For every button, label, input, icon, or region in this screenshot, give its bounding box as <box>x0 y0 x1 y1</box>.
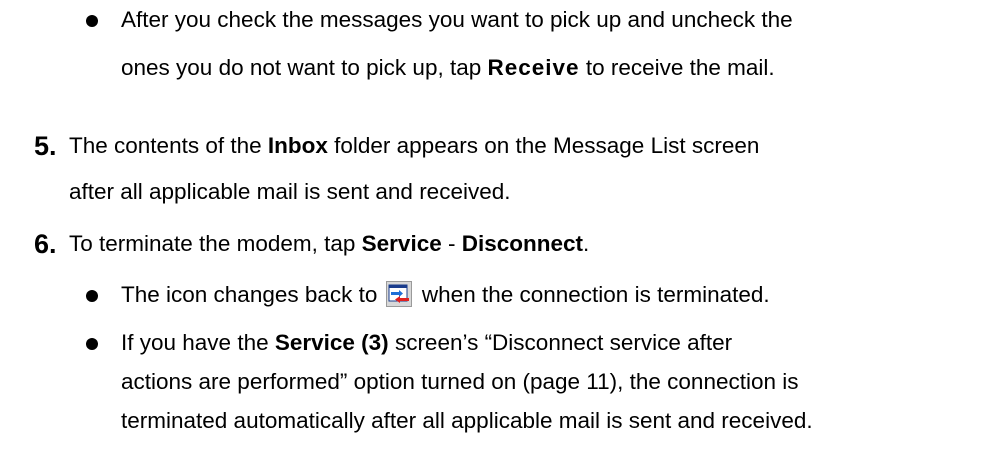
manual-page: After you check the messages you want to… <box>0 0 1000 452</box>
step-5-number: 5. <box>34 131 57 161</box>
bullet-dot <box>86 290 98 302</box>
step-6-line-1: To terminate the modem, tap Service - Di… <box>69 231 590 256</box>
step-6-number: 6. <box>34 229 57 259</box>
service-term: Service <box>361 231 442 256</box>
service-3-term: Service (3) <box>274 330 389 355</box>
bullet-service-line-3: terminated automatically after all appli… <box>121 408 813 433</box>
inbox-term: Inbox <box>267 133 328 158</box>
step-5-line-2: after all applicable mail is sent and re… <box>69 179 511 204</box>
disconnected-service-icon <box>385 281 412 307</box>
bullet-dot <box>86 338 98 350</box>
receive-term: Receive <box>487 55 580 80</box>
bullet-service-line-2: actions are performed” option turned on … <box>121 369 799 394</box>
step-5-line-1: The contents of the Inbox folder appears… <box>69 133 760 158</box>
bullet-receive-line-2: ones you do not want to pick up, tap Rec… <box>121 55 775 80</box>
bullet-service-line-1: If you have the Service (3) screen’s “Di… <box>121 330 733 355</box>
bullet-dot <box>86 15 98 27</box>
disconnect-term: Disconnect <box>461 231 584 256</box>
bullet-icon-line: The icon changes back to when the connec… <box>121 281 770 307</box>
bullet-receive-line-1: After you check the messages you want to… <box>121 7 793 32</box>
